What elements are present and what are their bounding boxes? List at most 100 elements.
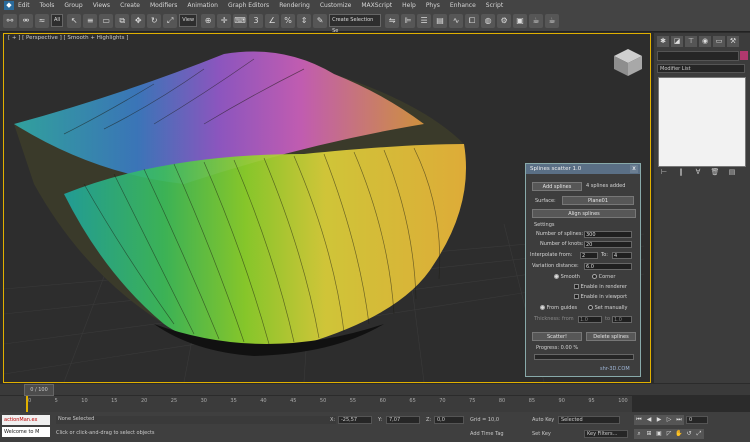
set-key-button[interactable]: Set Key [532, 431, 551, 437]
select-object-icon[interactable]: ↖ [67, 13, 82, 28]
menu-edit[interactable]: Edit [18, 2, 30, 9]
pin-stack-icon[interactable]: ⊢ [658, 168, 670, 177]
modifier-stack[interactable] [658, 77, 746, 167]
corner-radio[interactable]: Corner [592, 273, 615, 281]
viewport-label[interactable]: [ + ] [ Perspective ] [ Smooth + Highlig… [8, 35, 128, 41]
utilities-tab-icon[interactable]: ⚒ [727, 36, 739, 47]
go-to-end-icon[interactable]: ⏭ [674, 415, 684, 425]
menu-graph-editors[interactable]: Graph Editors [228, 2, 269, 9]
named-selection-sets-dropdown[interactable]: Create Selection Se [329, 14, 382, 34]
object-name-field[interactable] [657, 51, 739, 61]
key-selection-dropdown[interactable]: Selected [558, 416, 620, 424]
current-frame-field[interactable]: 0 [686, 416, 708, 424]
layer-manager-icon[interactable]: ☰ [417, 13, 432, 28]
menu-rendering[interactable]: Rendering [279, 2, 310, 9]
move-icon[interactable]: ✥ [131, 13, 146, 28]
menu-maxscript[interactable]: MAXScript [361, 2, 392, 9]
menu-script[interactable]: Script [486, 2, 503, 9]
scale-icon[interactable]: ⤢ [163, 13, 178, 28]
menu-group[interactable]: Group [64, 2, 82, 9]
spinner-snap-icon[interactable]: ⇕ [297, 13, 312, 28]
time-slider-thumb[interactable]: 0 / 100 [24, 384, 54, 396]
thickness-from-spinner[interactable]: 1.0 [578, 316, 602, 323]
material-editor-icon[interactable]: ◍ [481, 13, 496, 28]
menu-views[interactable]: Views [93, 2, 110, 9]
pivot-center-icon[interactable]: ⊕ [201, 13, 216, 28]
keyboard-shortcut-icon[interactable]: ⌨ [233, 13, 248, 28]
percent-snap-icon[interactable]: % [281, 13, 296, 28]
align-splines-button[interactable]: Align splines [532, 209, 636, 218]
mirror-icon[interactable]: ⇋ [385, 13, 400, 28]
orbit-icon[interactable]: ↺ [684, 429, 694, 439]
enable-viewport-checkbox[interactable]: Enable in viewport [574, 293, 627, 301]
enable-renderer-box[interactable] [574, 284, 579, 289]
z-coordinate-field[interactable]: 0,0 [434, 416, 464, 424]
key-filters-button[interactable]: Key Filters... [584, 430, 628, 438]
window-crossing-icon[interactable]: ⧉ [115, 13, 130, 28]
add-time-tag[interactable]: Add Time Tag [470, 431, 504, 437]
display-tab-icon[interactable]: ▭ [713, 36, 725, 47]
footer-link[interactable]: shr-3D.COM [600, 365, 630, 373]
previous-frame-icon[interactable]: ◀ [644, 415, 654, 425]
object-color-swatch[interactable] [740, 51, 748, 60]
dialog-title[interactable]: Splines scatter 1.0 [526, 164, 640, 174]
schematic-view-icon[interactable]: ⧠ [465, 13, 480, 28]
set-manually-radio[interactable]: Set manually [588, 304, 627, 312]
select-manipulate-icon[interactable]: ✛ [217, 13, 232, 28]
hierarchy-tab-icon[interactable]: ⊤ [685, 36, 697, 47]
rotate-icon[interactable]: ↻ [147, 13, 162, 28]
num-splines-spinner[interactable]: 300 [584, 231, 632, 238]
link-icon[interactable]: ⚯ [3, 13, 17, 28]
from-guides-radio[interactable]: From guides [540, 304, 577, 312]
smooth-radio[interactable]: Smooth [554, 273, 580, 281]
edit-named-selection-icon[interactable]: ✎ [313, 13, 328, 28]
enable-viewport-box[interactable] [574, 294, 579, 299]
track-bar[interactable]: 0 5 10 15 20 25 30 35 40 45 50 55 60 65 … [0, 396, 632, 412]
menu-modifiers[interactable]: Modifiers [150, 2, 177, 9]
motion-tab-icon[interactable]: ◉ [699, 36, 711, 47]
variation-distance-spinner[interactable]: 6.0 [584, 263, 632, 270]
y-coordinate-field[interactable]: 7,07 [386, 416, 420, 424]
curve-editor-icon[interactable]: ∿ [449, 13, 464, 28]
configure-modifier-sets-icon[interactable]: ▤ [726, 168, 738, 177]
enable-renderer-checkbox[interactable]: Enable in renderer [574, 283, 627, 291]
zoom-icon[interactable]: ⌕ [634, 429, 644, 439]
remove-modifier-icon[interactable]: 🗑 [709, 168, 721, 177]
maximize-viewport-icon[interactable]: ⤢ [694, 429, 704, 439]
app-logo-icon[interactable]: ◆ [4, 0, 14, 10]
modify-tab-icon[interactable]: ◪ [671, 36, 683, 47]
auto-key-button[interactable]: Auto Key [532, 417, 554, 423]
menu-animation[interactable]: Animation [187, 2, 218, 9]
reference-coordinate-dropdown[interactable]: View [179, 14, 198, 27]
snaps-toggle-icon[interactable]: 3 [249, 13, 264, 28]
make-unique-icon[interactable]: ∀ [692, 168, 704, 177]
menu-enhance[interactable]: Enhance [450, 2, 476, 9]
smooth-radio-dot[interactable] [554, 274, 559, 279]
field-of-view-icon[interactable]: ◸ [664, 429, 674, 439]
menu-tools[interactable]: Tools [40, 2, 55, 9]
play-icon[interactable]: ▶ [654, 415, 664, 425]
from-guides-radio-dot[interactable] [540, 305, 545, 310]
delete-splines-button[interactable]: Delete splines [586, 332, 636, 341]
menu-help[interactable]: Help [402, 2, 416, 9]
align-icon[interactable]: ⊫ [401, 13, 416, 28]
surface-pick-button[interactable]: Plane01 [562, 196, 634, 205]
bind-space-warp-icon[interactable]: ≈ [35, 13, 49, 28]
menu-customize[interactable]: Customize [320, 2, 352, 9]
graphite-ribbon-icon[interactable]: ▤ [433, 13, 448, 28]
interpolate-to-spinner[interactable]: 4 [612, 252, 632, 259]
next-frame-icon[interactable]: ▷ [664, 415, 674, 425]
scatter-button[interactable]: Scatter! [532, 332, 582, 341]
create-tab-icon[interactable]: ✱ [657, 36, 669, 47]
time-slider[interactable] [0, 384, 750, 395]
maxscript-listener-pink[interactable]: actionMan.ex [2, 415, 50, 425]
add-splines-button[interactable]: Add splines [532, 182, 582, 191]
menu-create[interactable]: Create [120, 2, 140, 9]
select-by-name-icon[interactable]: ≡ [83, 13, 98, 28]
show-end-result-icon[interactable]: ‖ [675, 168, 687, 177]
render-iterative-icon[interactable]: ☕ [545, 13, 560, 28]
rectangular-selection-icon[interactable]: ▭ [99, 13, 114, 28]
go-to-start-icon[interactable]: ⏮ [634, 415, 644, 425]
pan-icon[interactable]: ✋ [674, 429, 684, 439]
zoom-all-icon[interactable]: ⊞ [644, 429, 654, 439]
